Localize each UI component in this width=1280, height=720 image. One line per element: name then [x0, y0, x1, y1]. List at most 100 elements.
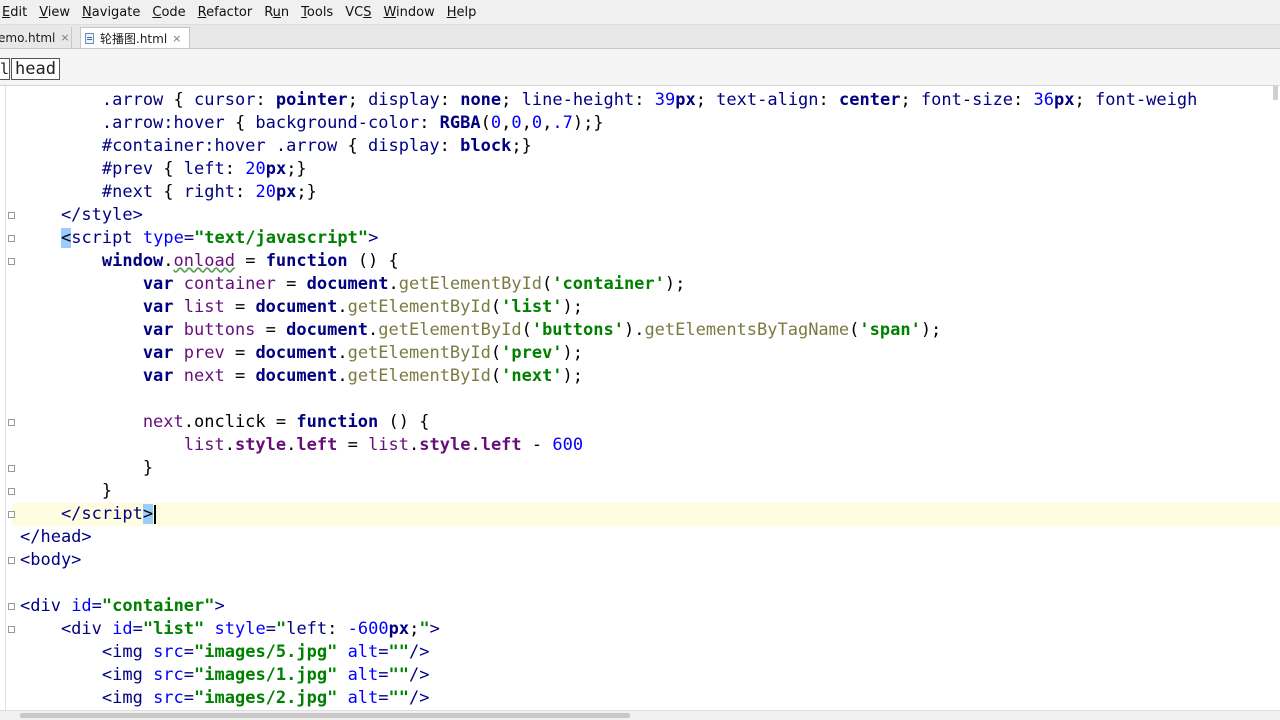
code-token: {	[347, 136, 368, 156]
code-token: );	[920, 320, 942, 340]
code-token: =	[91, 596, 102, 616]
menu-run[interactable]: Run	[258, 5, 295, 20]
code-token: .arrow	[20, 90, 174, 110]
code-token: <	[60, 228, 72, 248]
menu-window[interactable]: Window	[377, 5, 440, 20]
menu-view[interactable]: View	[33, 5, 76, 20]
code-line[interactable]: .arrow:hover { background-color: RGBA(0,…	[20, 112, 1280, 135]
fold-marker-icon[interactable]	[8, 511, 15, 518]
code-token: .7	[552, 113, 573, 133]
menu-navigate[interactable]: Navigate	[76, 5, 146, 20]
tab-demo-html[interactable]: emo.html ×	[0, 27, 72, 48]
fold-marker-icon[interactable]	[8, 419, 15, 426]
code-line[interactable]	[20, 388, 1280, 411]
code-line[interactable]: var container = document.getElementById(…	[20, 273, 1280, 296]
fold-marker-icon[interactable]	[8, 488, 15, 495]
editor-tab-bar: emo.html × 轮播图.html ×	[0, 25, 1280, 49]
code-line[interactable]: var prev = document.getElementById('prev…	[20, 342, 1280, 365]
code-line[interactable]: <img src="images/2.jpg" alt=""/>	[20, 687, 1280, 710]
code-token: "list"	[142, 619, 215, 639]
fold-marker-icon[interactable]	[8, 235, 15, 242]
code-token: =	[183, 665, 195, 685]
horizontal-scrollbar[interactable]	[0, 710, 1280, 720]
gutter-divider	[5, 86, 6, 710]
code-line[interactable]: .arrow { cursor: pointer; display: none;…	[20, 89, 1280, 112]
menu-edit[interactable]: Edit	[0, 5, 33, 20]
code-line[interactable]: var list = document.getElementById('list…	[20, 296, 1280, 319]
code-token: );}	[572, 113, 604, 133]
code-token: ;}	[286, 159, 307, 179]
code-token: function	[296, 412, 389, 432]
fold-marker-icon[interactable]	[8, 212, 15, 219]
code-token: style	[214, 619, 266, 639]
code-token: =	[224, 297, 256, 317]
code-token: =	[275, 274, 307, 294]
code-line[interactable]: list.style.left = list.style.left - 600	[20, 434, 1280, 457]
code-line[interactable]: var buttons = document.getElementById('b…	[20, 319, 1280, 342]
code-token: -	[521, 435, 553, 455]
code-line[interactable]: }	[20, 457, 1280, 480]
menu-vcs[interactable]: VCS	[339, 5, 377, 20]
code-line[interactable]: #next { right: 20px;}	[20, 181, 1280, 204]
code-line[interactable]	[20, 572, 1280, 595]
code-token: "container"	[101, 596, 215, 616]
code-line[interactable]: window.onload = function () {	[20, 250, 1280, 273]
code-token: :	[1013, 90, 1034, 110]
code-token: pointer	[275, 90, 348, 110]
code-line[interactable]: <script type="text/javascript">	[20, 227, 1280, 250]
code-token: var	[20, 274, 184, 294]
code-line[interactable]: <div id="container">	[20, 595, 1280, 618]
code-line[interactable]: <div id="list" style="left: -600px;">	[20, 618, 1280, 641]
code-token: next	[20, 412, 184, 432]
code-token: 36	[1033, 90, 1055, 110]
fold-marker-icon[interactable]	[8, 465, 15, 472]
menu-refactor[interactable]: Refactor	[192, 5, 259, 20]
code-line[interactable]: <img src="images/1.jpg" alt=""/>	[20, 664, 1280, 687]
code-token: 0	[511, 113, 522, 133]
code-line[interactable]: </script>	[12, 503, 1280, 526]
code-token: (	[490, 297, 502, 317]
tab-close-icon[interactable]: ×	[60, 31, 69, 44]
code-editor[interactable]: .arrow { cursor: pointer; display: none;…	[0, 86, 1280, 710]
breadcrumb-item-partial[interactable]: l	[0, 58, 10, 80]
code-token: );	[562, 366, 584, 386]
menu-tools[interactable]: Tools	[295, 5, 339, 20]
code-token: getElementById	[347, 343, 491, 363]
code-line[interactable]: var next = document.getElementById('next…	[20, 365, 1280, 388]
code-line[interactable]: next.onclick = function () {	[20, 411, 1280, 434]
code-token: text-align	[716, 90, 819, 110]
code-token: =	[378, 688, 389, 708]
menu-code[interactable]: Code	[146, 5, 191, 20]
code-token: );	[562, 297, 584, 317]
code-token: 600	[552, 435, 584, 455]
code-line[interactable]: #prev { left: 20px;}	[20, 158, 1280, 181]
code-token: 'buttons'	[531, 320, 624, 340]
code-line[interactable]: <body>	[20, 549, 1280, 572]
code-token: 'span'	[859, 320, 921, 340]
tab-carousel-html[interactable]: 轮播图.html ×	[80, 27, 190, 48]
fold-marker-icon[interactable]	[8, 557, 15, 564]
horizontal-scrollbar-thumb[interactable]	[20, 713, 630, 718]
code-token: ""	[388, 642, 410, 662]
breadcrumb-item-head[interactable]: head	[11, 58, 60, 80]
code-token: }	[20, 458, 154, 478]
fold-marker-icon[interactable]	[8, 626, 15, 633]
fold-marker-icon[interactable]	[8, 603, 15, 610]
code-token: :	[255, 90, 276, 110]
code-token: </style>	[20, 205, 143, 225]
code-token: font-weigh	[1094, 90, 1198, 110]
tab-close-icon[interactable]: ×	[172, 32, 181, 45]
code-line[interactable]: </head>	[20, 526, 1280, 549]
code-line[interactable]: </style>	[20, 204, 1280, 227]
code-token: alt	[347, 642, 379, 662]
menu-help[interactable]: Help	[441, 5, 483, 20]
code-token: .onclick =	[183, 412, 297, 432]
code-token: 20	[245, 159, 266, 179]
code-token: {	[234, 113, 256, 133]
code-token: </head>	[20, 527, 92, 547]
code-token: />	[409, 642, 430, 662]
code-line[interactable]: <img src="images/5.jpg" alt=""/>	[20, 641, 1280, 664]
code-line[interactable]: }	[20, 480, 1280, 503]
fold-marker-icon[interactable]	[8, 258, 15, 265]
code-line[interactable]: #container:hover .arrow { display: block…	[20, 135, 1280, 158]
